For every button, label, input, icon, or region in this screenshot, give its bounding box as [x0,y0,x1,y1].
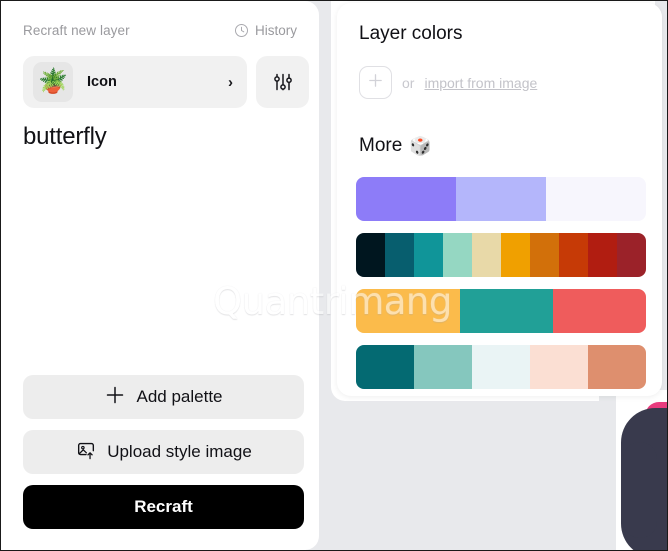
color-swatch[interactable] [356,289,460,333]
color-swatch[interactable] [443,233,472,277]
more-row: More 🎲 [359,135,432,157]
palette-teal-peach[interactable] [356,345,646,389]
chevron-right-icon: › [228,74,233,91]
color-swatch[interactable] [546,177,646,221]
potted-plant-icon: 🪴 [33,62,73,102]
style-selector-row: 🪴 Icon › [23,56,309,108]
app-window: Recraft new layer History 🪴 Icon › [0,0,668,551]
more-label: More [359,135,402,157]
color-swatch[interactable] [356,345,414,389]
color-swatch[interactable] [385,233,414,277]
import-from-image-link[interactable]: import from image [424,75,537,91]
color-swatch[interactable] [472,233,501,277]
style-selector-label: Icon [87,74,228,90]
color-swatch[interactable] [356,177,456,221]
history-button[interactable]: History [234,23,297,38]
color-swatch[interactable] [356,233,385,277]
canvas-illustration [599,390,667,550]
recraft-left-panel: Recraft new layer History 🪴 Icon › [1,1,319,550]
plant-emoji: 🪴 [38,70,68,94]
color-swatch[interactable] [414,233,443,277]
action-buttons: Add palette Upload style image Recraft [23,375,304,529]
left-panel-header: Recraft new layer History [23,20,297,40]
palette-teal-orange[interactable] [356,233,646,277]
plus-icon [104,384,126,411]
color-swatch[interactable] [501,233,530,277]
palette-purple[interactable] [356,177,646,221]
dice-icon[interactable]: 🎲 [409,137,431,155]
color-swatch[interactable] [472,345,530,389]
illustration-left-strip [599,390,616,550]
color-swatch[interactable] [588,345,646,389]
sliders-icon[interactable] [256,56,309,108]
panel-title: Recraft new layer [23,23,130,38]
prompt-text[interactable]: butterfly [23,123,107,151]
or-text: or [402,75,414,91]
recraft-label: Recraft [134,497,193,517]
upload-style-image-label: Upload style image [107,442,252,462]
illustration-dark-shape-2 [623,442,657,538]
add-palette-button[interactable]: Add palette [23,375,304,419]
color-swatch[interactable] [530,233,559,277]
color-swatch[interactable] [414,345,472,389]
color-swatch[interactable] [460,289,553,333]
color-swatch[interactable] [530,345,588,389]
add-palette-label: Add palette [136,387,222,407]
style-selector-button[interactable]: 🪴 Icon › [23,56,247,108]
color-swatch[interactable] [588,233,617,277]
layer-colors-panel: Layer colors or import from image More 🎲 [337,3,662,396]
palette-amber-teal-coral[interactable] [356,289,646,333]
layer-colors-title: Layer colors [359,23,463,45]
history-label: History [255,23,297,38]
clock-icon [234,23,249,38]
color-swatch[interactable] [559,233,588,277]
upload-style-image-button[interactable]: Upload style image [23,430,304,474]
color-swatch[interactable] [617,233,646,277]
color-swatch[interactable] [553,289,646,333]
add-color-button[interactable] [359,66,392,99]
plus-icon [367,72,384,94]
import-row: or import from image [359,66,537,99]
color-swatch[interactable] [456,177,546,221]
recraft-button[interactable]: Recraft [23,485,304,529]
palette-list [356,177,646,389]
image-upload-icon [75,439,97,466]
